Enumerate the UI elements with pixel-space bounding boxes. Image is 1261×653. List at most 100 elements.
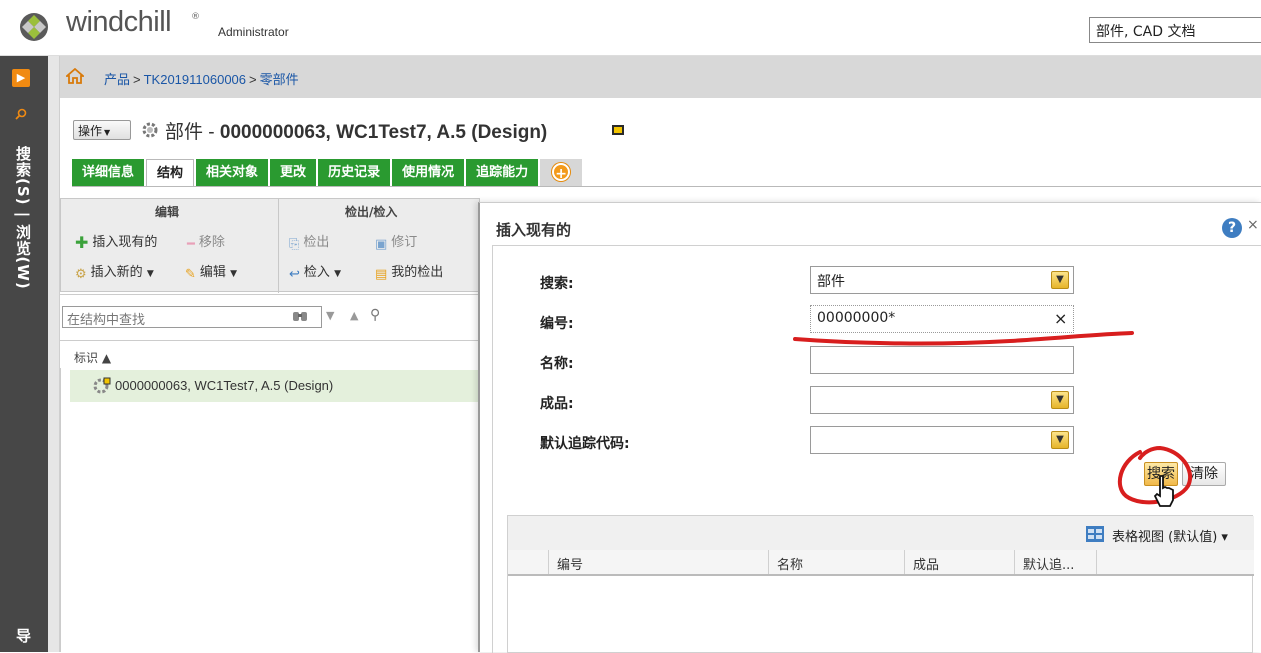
- tab-structure[interactable]: 结构: [146, 159, 195, 186]
- checkout-icon: ⎘: [289, 237, 300, 252]
- new-part-icon: ⚙: [75, 267, 87, 282]
- tab-changes[interactable]: 更改: [270, 159, 317, 186]
- number-label: 编号:: [540, 316, 574, 332]
- navigator-search-browse-label[interactable]: 搜索(S) | 浏览(W): [12, 146, 34, 290]
- table-view-select[interactable]: 表格视图 (默认值) ▾: [1112, 526, 1228, 545]
- checkin-button[interactable]: ↩ 检入 ▼: [289, 261, 341, 282]
- structure-tree-header: 标识 ▲: [60, 340, 480, 368]
- number-input[interactable]: 00000000*: [810, 305, 1074, 333]
- toolbar-group-checkout: 检出/检入 ⎘ 检出 ▣ 修订 ↩ 检入 ▼ ▤ 我的检出: [279, 199, 481, 293]
- find-next-icon[interactable]: ▲: [350, 309, 358, 322]
- pencil-icon: ✎: [185, 267, 196, 282]
- tab-strip: 详细信息 结构 相关对象 更改 历史记录 使用情况 追踪能力 +: [72, 159, 584, 186]
- app-logo-text: windchill: [66, 6, 172, 38]
- chevron-down-icon: ▼: [230, 269, 237, 279]
- chevron-down-icon: ▼: [104, 128, 111, 137]
- insert-new-button[interactable]: ⚙ 插入新的 ▼: [75, 261, 154, 282]
- close-icon[interactable]: ×: [1247, 217, 1259, 233]
- actions-menu-button[interactable]: 操作 ▼: [73, 120, 131, 140]
- toolbar-group-checkout-label: 检出/检入: [345, 205, 398, 219]
- part-icon: [93, 377, 111, 394]
- revise-label: 修订: [391, 235, 418, 250]
- revise-button[interactable]: ▣ 修订: [375, 231, 417, 252]
- find-previous-icon[interactable]: ▼: [326, 309, 334, 322]
- product-select[interactable]: ▼: [810, 386, 1074, 414]
- tab-history[interactable]: 历史记录: [318, 159, 391, 186]
- logo-registered-mark: ®: [191, 12, 200, 22]
- insert-existing-button[interactable]: ✚ 插入现有的: [75, 231, 157, 252]
- chevron-down-icon: ▼: [146, 269, 154, 279]
- left-navigator: ▶ 搜索(S) | 浏览(W) 导: [0, 56, 48, 652]
- column-header-number[interactable]: 编号: [548, 550, 768, 574]
- checkin-icon: ↩: [289, 267, 300, 282]
- page-title: 部件 - 0000000063, WC1Test7, A.5 (Design): [165, 117, 547, 144]
- structure-root-label: 0000000063, WC1Test7, A.5 (Design): [115, 378, 334, 393]
- dialog-divider: [492, 245, 1261, 246]
- name-label: 名称:: [540, 356, 574, 372]
- insert-existing-label: 插入现有的: [92, 235, 158, 250]
- select-all-column[interactable]: [508, 550, 548, 574]
- column-header-name[interactable]: 名称: [768, 550, 904, 574]
- revise-icon: ▣: [375, 237, 388, 252]
- remove-label: 移除: [198, 235, 225, 250]
- trace-code-label: 默认追踪代码:: [540, 436, 630, 452]
- checkout-label: 检出: [303, 235, 330, 250]
- breadcrumb-item-product[interactable]: 产品: [104, 72, 130, 87]
- tab-where-used[interactable]: 使用情况: [392, 159, 465, 186]
- add-tab-icon: +: [552, 163, 571, 182]
- column-header-empty: [1096, 550, 1254, 574]
- breadcrumb-item-parts[interactable]: 零部件: [260, 72, 299, 87]
- structure-tree: [60, 368, 480, 652]
- column-header-trace-code[interactable]: 默认追...: [1014, 550, 1096, 574]
- results-toolbar: 表格视图 (默认值) ▾: [508, 516, 1254, 550]
- checkin-label: 检入: [303, 265, 330, 280]
- table-view-icon[interactable]: [1086, 526, 1104, 542]
- toolbar-group-edit-label: 编辑: [155, 205, 180, 219]
- navigator-toggle-icon[interactable]: ▶: [12, 69, 30, 87]
- chevron-down-icon[interactable]: ▼: [1051, 431, 1069, 449]
- plus-icon: ✚: [75, 233, 89, 252]
- user-name[interactable]: Administrator: [218, 25, 289, 39]
- home-icon[interactable]: [66, 68, 84, 84]
- checkout-button[interactable]: ⎘ 检出: [289, 231, 329, 252]
- tab-add[interactable]: +: [540, 159, 583, 186]
- tab-related-objects[interactable]: 相关对象: [196, 159, 269, 186]
- trace-code-select[interactable]: ▼: [810, 426, 1074, 454]
- chevron-down-icon[interactable]: ▼: [1051, 391, 1069, 409]
- column-header-product[interactable]: 成品: [904, 550, 1014, 574]
- results-table: 表格视图 (默认值) ▾ 编号 名称 成品 默认追...: [507, 515, 1254, 653]
- results-header-row: 编号 名称 成品 默认追...: [508, 550, 1254, 576]
- my-checkouts-button[interactable]: ▤ 我的检出: [375, 261, 443, 282]
- chevron-down-icon[interactable]: ▼: [1051, 271, 1069, 289]
- actions-label: 操作: [78, 124, 103, 138]
- dialog-left-border: [492, 245, 493, 653]
- breadcrumb-item-context[interactable]: TK201911060006: [144, 72, 246, 87]
- minus-icon: ━: [187, 237, 195, 252]
- structure-find-input[interactable]: 在结构中查找: [62, 306, 322, 328]
- sticky-note-icon[interactable]: [612, 125, 624, 135]
- breadcrumb-bar: 产品 > TK201911060006 > 零部件: [60, 56, 1261, 98]
- my-checkouts-icon: ▤: [375, 267, 388, 282]
- search-type-select[interactable]: 部件 ▼: [810, 266, 1074, 294]
- structure-column-identity[interactable]: 标识 ▲: [74, 349, 111, 366]
- edit-button[interactable]: ✎ 编辑 ▼: [185, 261, 237, 282]
- navigator-bottom-label[interactable]: 导: [12, 628, 34, 643]
- name-input[interactable]: [810, 346, 1074, 374]
- page-header: 操作 ▼ 部件 - 0000000063, WC1Test7, A.5 (Desi…: [60, 98, 1261, 195]
- structure-tree-row[interactable]: 0000000063, WC1Test7, A.5 (Design): [70, 370, 480, 402]
- search-icon[interactable]: [15, 108, 27, 120]
- structure-toolbar: 编辑 ✚ 插入现有的 ━ 移除 ⚙ 插入新的 ▼ ✎ 编辑 ▼ 检出/检入 ⎘ 检出 ▣ 修…: [60, 198, 481, 293]
- help-icon[interactable]: ?: [1222, 218, 1242, 238]
- remove-button[interactable]: ━ 移除: [187, 231, 225, 252]
- find-options-icon[interactable]: ⚲: [370, 307, 380, 323]
- my-checkouts-label: 我的检出: [391, 265, 444, 280]
- clear-button[interactable]: 清除: [1182, 462, 1226, 486]
- tab-details[interactable]: 详细信息: [72, 159, 145, 186]
- global-search-input[interactable]: 部件, CAD 文档: [1089, 17, 1261, 43]
- toolbar-divider: [60, 294, 480, 295]
- binoculars-icon[interactable]: [292, 308, 308, 324]
- tab-traceability[interactable]: 追踪能力: [466, 159, 539, 186]
- page-title-prefix: 部件 -: [165, 122, 220, 143]
- mouse-pointer-hand-icon: [1153, 475, 1174, 507]
- clear-field-icon[interactable]: ×: [1054, 309, 1067, 328]
